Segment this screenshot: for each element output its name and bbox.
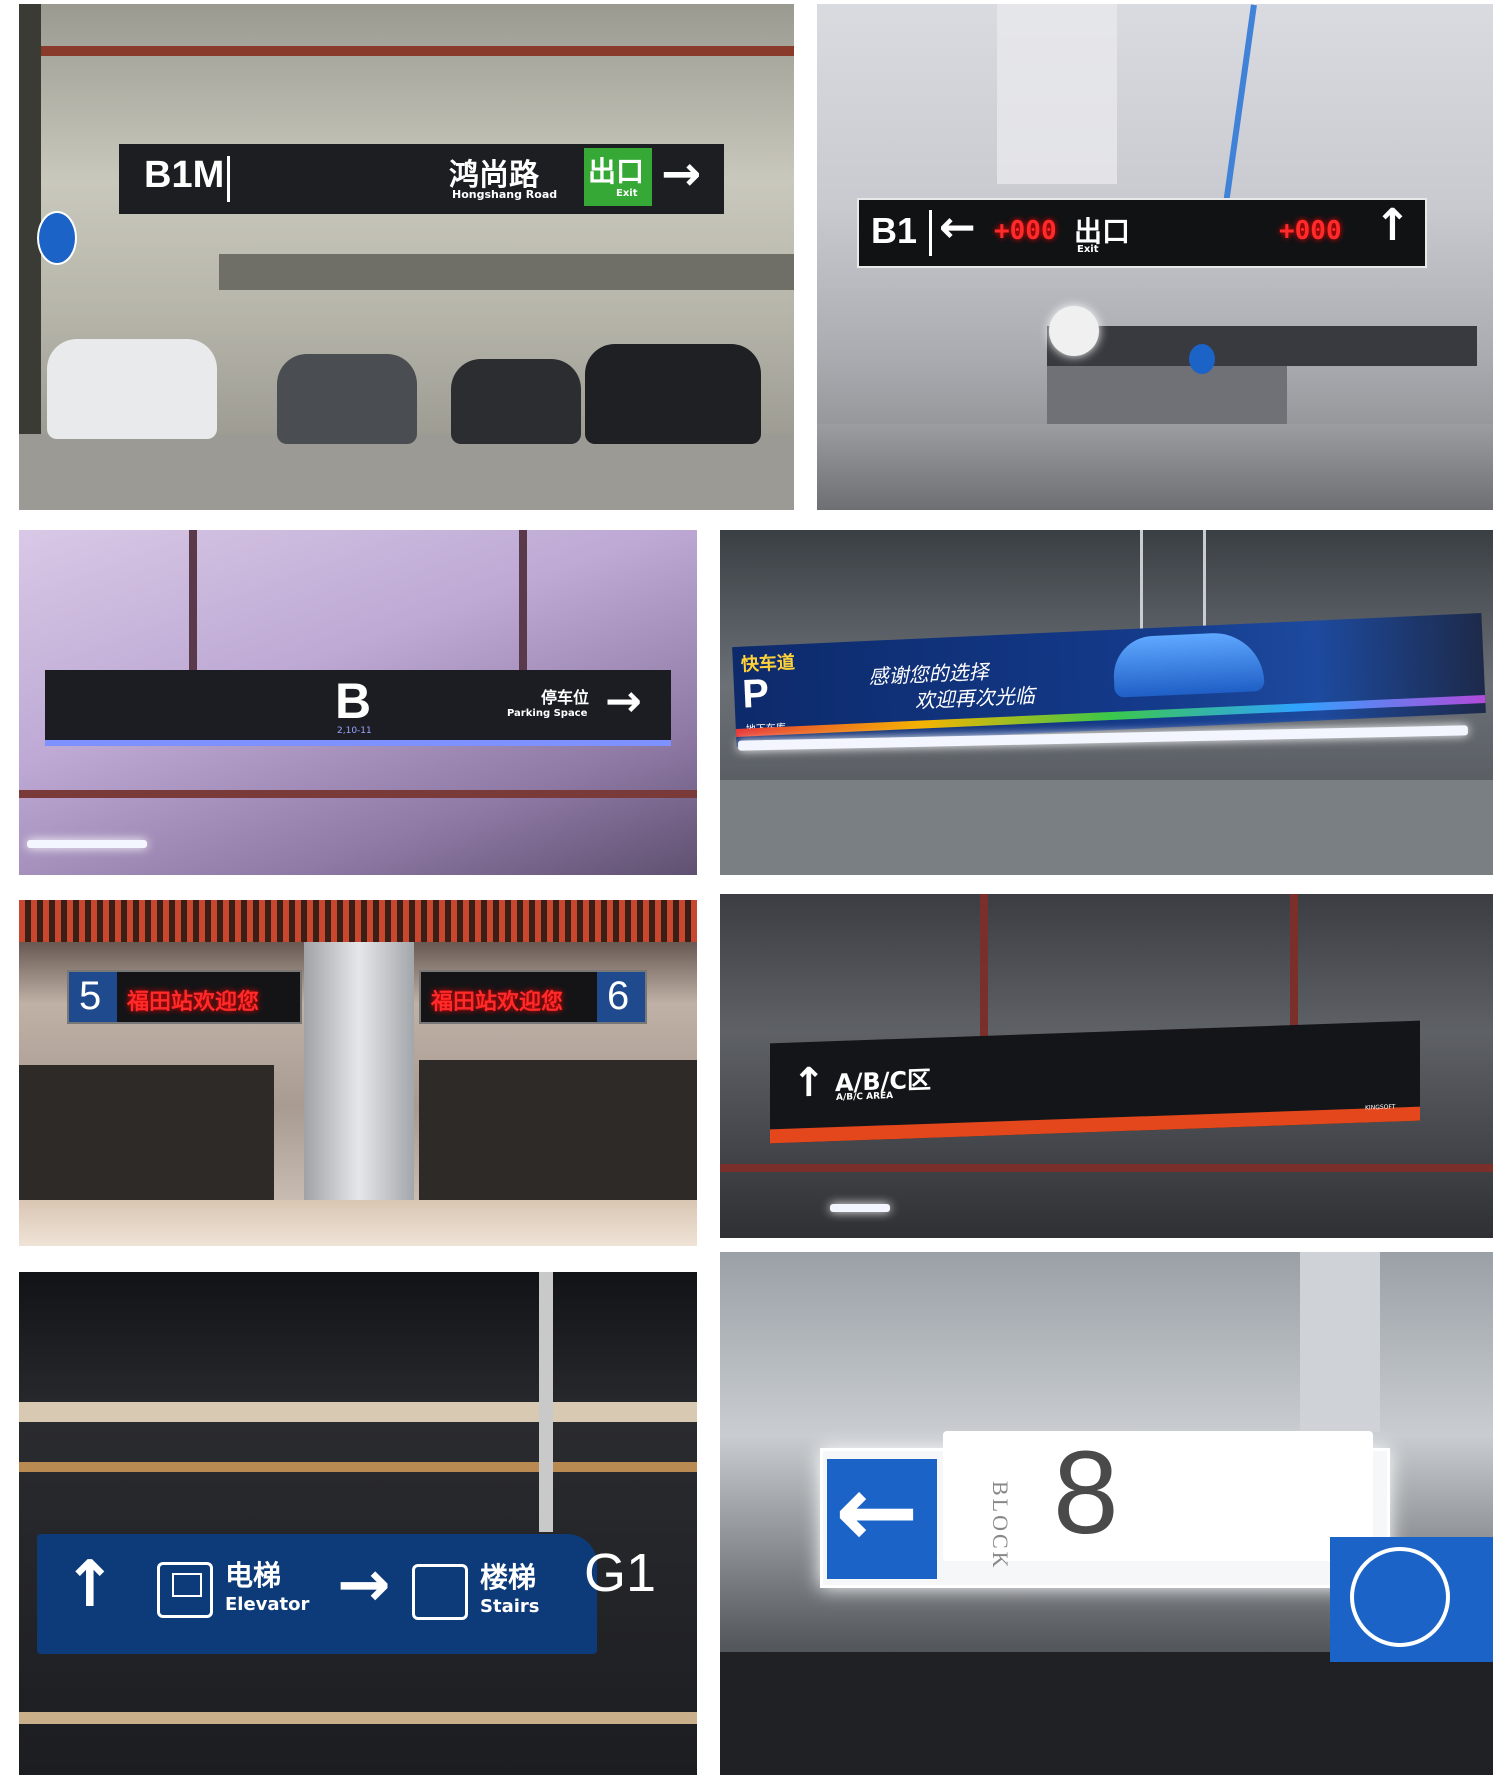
level-label: B1 xyxy=(871,210,918,251)
elevator-en: Elevator xyxy=(225,1594,310,1615)
block-direction-sign: ← BLOCK 8 xyxy=(820,1427,1390,1588)
duct xyxy=(1300,1252,1380,1432)
right-arrow-icon: → xyxy=(337,1548,391,1622)
parking-space-sign: B 2,10-11 停车位 Parking Space → xyxy=(45,670,671,746)
orange-rail xyxy=(19,1462,697,1472)
exit-cn: 出口 xyxy=(588,155,645,188)
up-arrow-road-sign-icon xyxy=(1189,344,1215,374)
photo-block-8-sign: ← BLOCK 8 xyxy=(720,1252,1493,1775)
divider xyxy=(227,156,230,202)
slogan-line2: 欢迎再次光临 xyxy=(914,683,1036,713)
led-welcome-text: 福田站欢迎您 xyxy=(431,990,564,1015)
ceiling-structure xyxy=(720,780,1493,875)
beam xyxy=(219,254,794,290)
platform-led-sign-left: 5 福田站欢迎您 xyxy=(67,970,302,1024)
up-arrow-icon: ↑ xyxy=(1374,200,1411,251)
left-arrow-icon: ← xyxy=(939,202,976,253)
stairs-cn: 楼梯 xyxy=(480,1561,537,1594)
hanger xyxy=(539,1272,553,1532)
turn-right-icon xyxy=(1350,1547,1450,1647)
red-pipe xyxy=(19,790,697,798)
level-label: B1M xyxy=(144,154,225,196)
beam xyxy=(1047,326,1477,366)
hanger xyxy=(519,530,527,670)
red-pipe xyxy=(720,1164,1493,1172)
slatted-ceiling xyxy=(19,900,697,942)
zone-letter: B xyxy=(335,673,372,729)
red-pipe xyxy=(19,46,794,56)
up-arrow-icon: ↑ xyxy=(63,1548,117,1622)
road-name-en: Hongshang Road xyxy=(452,188,558,201)
gray-sedan xyxy=(277,354,417,444)
beam xyxy=(19,1402,697,1422)
led-count-right: +000 xyxy=(1279,216,1342,246)
up-arrow-icon: ↑ xyxy=(792,1059,826,1107)
led-count-left: +000 xyxy=(994,216,1057,246)
floor-level-label: G1 xyxy=(584,1543,657,1603)
fluorescent-light xyxy=(830,1204,890,1212)
area-direction-sign: ↑ A/B/C区 A/B/C AREA KINGSOFT xyxy=(770,1020,1420,1144)
car-graphic xyxy=(1112,631,1265,698)
left-arrow-icon: ← xyxy=(835,1453,919,1570)
dark-suv xyxy=(585,344,761,444)
floor xyxy=(817,424,1493,510)
platform-floor xyxy=(19,1200,697,1246)
blue-pipe xyxy=(1223,4,1257,204)
ceiling-light-glare xyxy=(997,4,1117,184)
turn-right-road-sign xyxy=(1330,1537,1493,1662)
lower-beam xyxy=(19,1712,697,1724)
led-exit-sign: B1 ← +000 出口 Exit +000 ↑ xyxy=(857,198,1427,268)
elevator-cn: 电梯 xyxy=(225,1559,282,1592)
stairs-en: Stairs xyxy=(480,1596,540,1617)
photo-metro-platform-led: 5 福田站欢迎您 福田站欢迎您 6 xyxy=(19,900,697,1246)
arrow-panel: ← xyxy=(827,1453,937,1579)
red-pipe xyxy=(1290,894,1298,1044)
brand-mark: KINGSOFT xyxy=(1365,1103,1396,1112)
platform-number: 6 xyxy=(607,974,630,1018)
elevator-icon xyxy=(157,1562,213,1618)
platform-number-badge: 5 xyxy=(69,972,117,1022)
photo-parking-space-sign: B 2,10-11 停车位 Parking Space → xyxy=(19,530,697,875)
zone-en: A/B/C AREA xyxy=(836,1091,894,1104)
fluorescent-light xyxy=(27,840,147,848)
parking-en: Parking Space xyxy=(507,708,588,719)
parking-cn: 停车位 xyxy=(541,688,590,707)
photo-abc-area-sign: ↑ A/B/C区 A/B/C AREA KINGSOFT xyxy=(720,894,1493,1238)
red-pipe xyxy=(980,894,988,1044)
right-arrow-icon: → xyxy=(605,676,642,727)
right-arrow-icon: → xyxy=(661,146,702,202)
photo-elevator-stairs-sign: ↑ 电梯 Elevator → 楼梯 Stairs G1 xyxy=(19,1272,697,1775)
led-welcome-text: 福田站欢迎您 xyxy=(127,990,260,1015)
photo-fast-lane-banner: 快车道 P 地下车库 感谢您的选择 欢迎再次光临 xyxy=(720,530,1493,875)
floor xyxy=(19,434,794,510)
exit-badge: 出口 Exit xyxy=(584,148,652,206)
exit-direction-sign: B1M 鸿尚路 Hongshang Road 出口 Exit → xyxy=(119,144,724,214)
up-arrow-road-sign-icon xyxy=(37,211,77,265)
platform-screen-doors-right xyxy=(419,1060,697,1210)
dark-sedan xyxy=(451,359,581,444)
divider xyxy=(929,210,932,256)
block-number: 8 xyxy=(1053,1427,1119,1559)
exit-en: Exit xyxy=(616,188,638,199)
photo-b1-led-exit-sign: B1 ← +000 出口 Exit +000 ↑ xyxy=(817,4,1493,510)
white-suv xyxy=(47,339,217,439)
stairs-icon xyxy=(412,1564,468,1620)
exit-en: Exit xyxy=(1077,244,1099,255)
platform-led-sign-right: 福田站欢迎您 6 xyxy=(419,970,647,1024)
photo-b1m-exit-sign: B1M 鸿尚路 Hongshang Road 出口 Exit → xyxy=(19,4,794,510)
platform-number-badge: 6 xyxy=(597,972,645,1022)
platform-number: 5 xyxy=(79,974,102,1018)
convex-mirror xyxy=(1049,306,1099,356)
block-label: BLOCK xyxy=(988,1481,1013,1571)
platform-screen-doors-left xyxy=(19,1065,274,1205)
lower-structure xyxy=(720,1652,1493,1775)
zone-sub: 2,10-11 xyxy=(337,726,372,736)
column xyxy=(304,942,414,1232)
hanger xyxy=(189,530,197,670)
elevator-car xyxy=(172,1573,202,1597)
parking-p-icon: P xyxy=(741,671,770,717)
block-panel: BLOCK 8 xyxy=(943,1427,1373,1571)
elevator-stairs-sign: ↑ 电梯 Elevator → 楼梯 Stairs xyxy=(37,1534,597,1654)
